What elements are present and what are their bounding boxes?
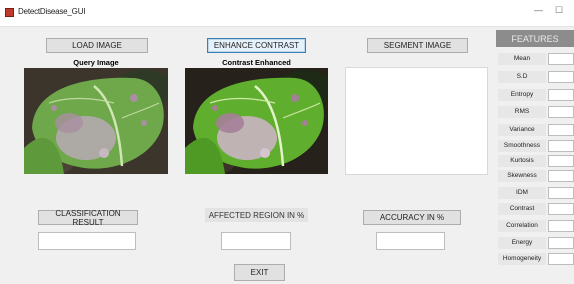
affected-region-label: AFFECTED REGION in % bbox=[205, 208, 308, 222]
feature-value-smoothness[interactable] bbox=[548, 140, 574, 152]
feature-label-correlation: Correlation bbox=[498, 220, 546, 232]
maximize-button[interactable]: ☐ bbox=[555, 5, 563, 16]
load-image-button[interactable]: LOAD IMAGE bbox=[46, 38, 148, 53]
title-bar: DetectDisease_GUI — ☐ bbox=[0, 0, 574, 27]
feature-value-entropy[interactable] bbox=[548, 89, 574, 101]
feature-label-idm: IDM bbox=[498, 187, 546, 199]
feature-value-skewness[interactable] bbox=[548, 170, 574, 182]
feature-value-contrast[interactable] bbox=[548, 203, 574, 215]
feature-label-energy: Energy bbox=[498, 237, 546, 249]
query-image-label: Query Image bbox=[73, 58, 119, 67]
feature-value-sd[interactable] bbox=[548, 71, 574, 83]
window-title: DetectDisease_GUI bbox=[18, 7, 86, 16]
features-header: FEATURES bbox=[496, 30, 574, 47]
accuracy-field[interactable] bbox=[376, 232, 445, 250]
classification-result-field[interactable] bbox=[38, 232, 136, 250]
contrast-enhanced-label: Contrast Enhanced bbox=[222, 58, 291, 67]
accuracy-button[interactable]: ACCURACY in % bbox=[363, 210, 461, 225]
feature-label-skewness: Skewness bbox=[498, 170, 546, 182]
feature-label-variance: Variance bbox=[498, 124, 546, 136]
query-image bbox=[24, 68, 168, 174]
classification-result-button[interactable]: CLASSIFICATION RESULT bbox=[38, 209, 138, 227]
exit-button[interactable]: EXIT bbox=[234, 264, 285, 281]
feature-value-homogeneity[interactable] bbox=[548, 253, 574, 265]
feature-value-mean[interactable] bbox=[548, 53, 574, 65]
feature-label-sd: S.D bbox=[498, 71, 546, 83]
feature-value-variance[interactable] bbox=[548, 124, 574, 136]
minimize-button[interactable]: — bbox=[534, 5, 543, 15]
feature-label-mean: Mean bbox=[498, 53, 546, 65]
contrast-enhanced-image bbox=[185, 68, 328, 174]
segmented-image-panel bbox=[345, 67, 488, 175]
feature-value-rms[interactable] bbox=[548, 106, 574, 118]
feature-label-smoothness: Smoothness bbox=[498, 140, 546, 152]
feature-value-correlation[interactable] bbox=[548, 220, 574, 232]
feature-value-kurtosis[interactable] bbox=[548, 155, 574, 167]
leaf-image bbox=[24, 68, 168, 174]
feature-label-entropy: Entropy bbox=[498, 89, 546, 101]
feature-value-idm[interactable] bbox=[548, 187, 574, 199]
enhanced-leaf-image bbox=[185, 68, 328, 174]
affected-region-field[interactable] bbox=[221, 232, 291, 250]
segment-image-button[interactable]: SEGMENT IMAGE bbox=[367, 38, 468, 53]
app-icon bbox=[5, 8, 14, 17]
feature-label-kurtosis: Kurtosis bbox=[498, 155, 546, 167]
enhance-contrast-button[interactable]: ENHANCE CONTRAST bbox=[207, 38, 306, 53]
feature-label-rms: RMS bbox=[498, 106, 546, 118]
feature-label-contrast: Contrast bbox=[498, 203, 546, 215]
feature-value-energy[interactable] bbox=[548, 237, 574, 249]
feature-label-homogeneity: Homogeneity bbox=[498, 253, 546, 265]
